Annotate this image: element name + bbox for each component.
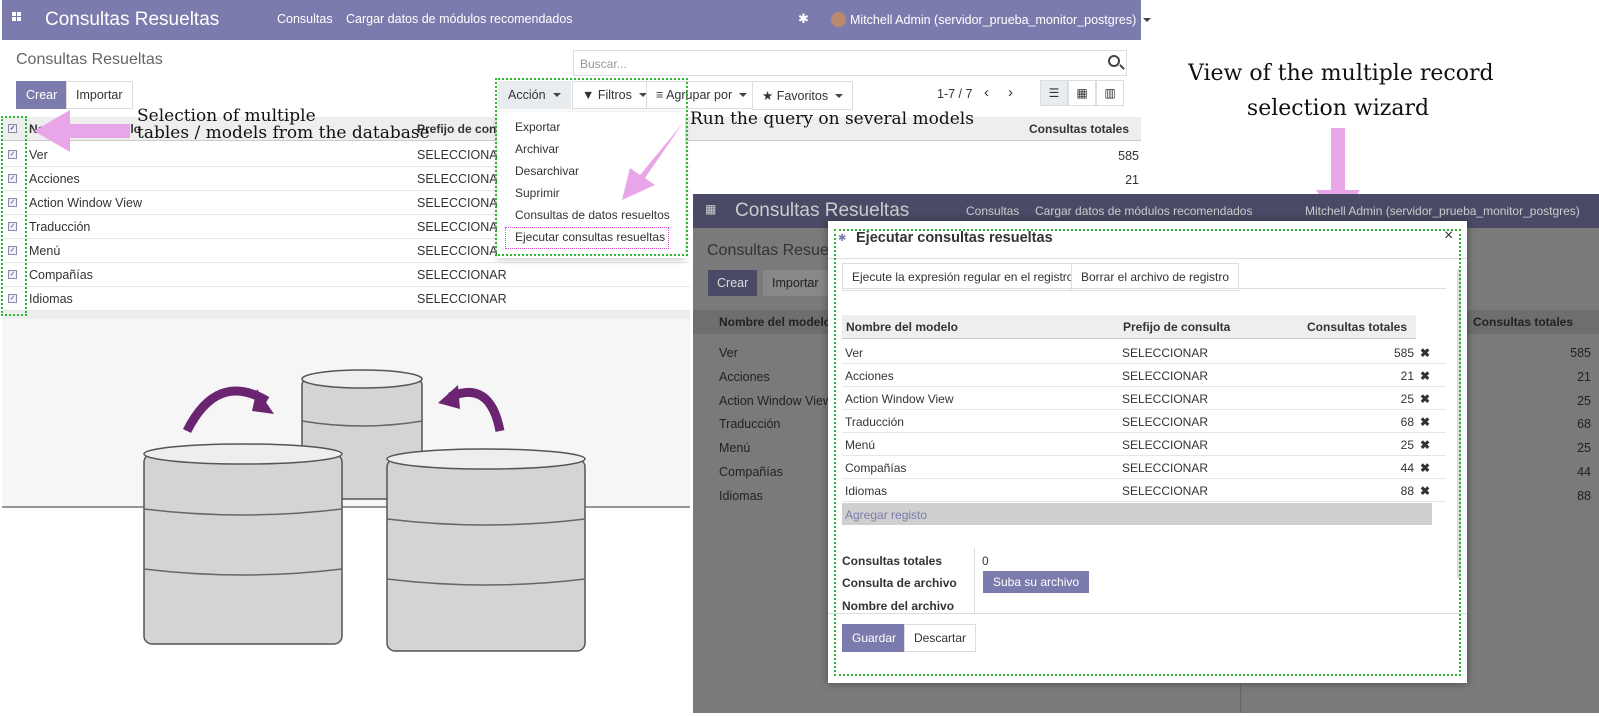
dim-row: Acciones [719, 369, 770, 384]
dim-row: Compañías [719, 464, 783, 479]
dim-total: 88 [1577, 488, 1591, 503]
dim-menu: Cargar datos de módulos recomendados [1035, 204, 1253, 218]
dim-apps-icon: ▦ [705, 202, 717, 216]
dim-total: 68 [1577, 417, 1591, 432]
dim-row: Ver [719, 346, 738, 360]
dim-totals: 585 21 25 68 25 44 88 [1533, 342, 1591, 509]
dim-create: Crear [708, 270, 758, 296]
dim-row: Idiomas [719, 488, 763, 503]
dim-row: Action Window View [719, 393, 833, 408]
dim-user: Mitchell Admin (servidor_prueba_monitor_… [1305, 204, 1580, 218]
dim-total: 25 [1577, 441, 1591, 456]
dim-brand: Consultas Resueltas [735, 200, 910, 221]
dim-total: 44 [1577, 464, 1591, 479]
dim-column: Nombre del modelo [719, 315, 832, 329]
dim-total: 21 [1577, 369, 1591, 384]
dim-row: Menú [719, 441, 751, 456]
dim-total: 25 [1577, 393, 1591, 408]
dim-names: Ver Acciones Action Window View Traducción M… [719, 342, 832, 509]
dim-total: 585 [1570, 346, 1591, 360]
dim-menu: Consultas [966, 204, 1020, 218]
dim-column: Consultas totales [1473, 315, 1574, 329]
wizard-highlight [834, 229, 1461, 676]
dim-import: Importar [763, 270, 828, 296]
dim-row: Traducción [719, 417, 781, 432]
arrow-left-icon [34, 110, 130, 152]
